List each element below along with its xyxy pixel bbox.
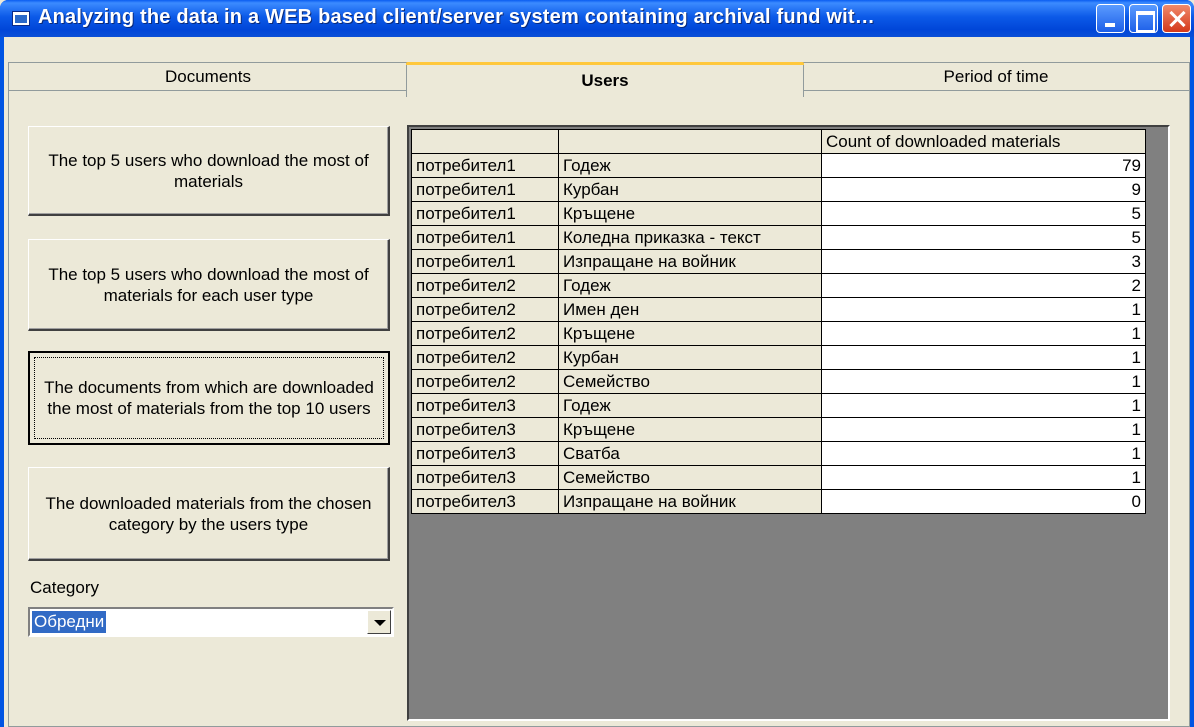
cell-document[interactable]: Кръщене <box>558 201 822 226</box>
cell-count[interactable]: 1 <box>821 441 1146 466</box>
title-bar[interactable]: Analyzing the data in a WEB based client… <box>0 0 1194 37</box>
cell-document[interactable]: Семейство <box>558 369 822 394</box>
documents-top10-users-button[interactable]: The documents from which are downloaded … <box>28 351 390 445</box>
app-window: Analyzing the data in a WEB based client… <box>0 0 1194 727</box>
cell-user[interactable]: потребител2 <box>411 273 559 298</box>
cell-count[interactable]: 1 <box>821 393 1146 418</box>
table-row[interactable]: потребител1 Коледна приказка - текст 5 <box>411 225 1146 250</box>
table-row[interactable]: потребител3 Кръщене 1 <box>411 417 1146 442</box>
table-row[interactable]: потребител3 Годеж 1 <box>411 393 1146 418</box>
cell-user[interactable]: потребител3 <box>411 489 559 514</box>
cell-document[interactable]: Годеж <box>558 153 822 178</box>
cell-document[interactable]: Годеж <box>558 393 822 418</box>
cell-document[interactable]: Изпращане на войник <box>558 249 822 274</box>
cell-user[interactable]: потребител3 <box>411 417 559 442</box>
table-row[interactable]: потребител1 Годеж 79 <box>411 153 1146 178</box>
cell-user[interactable]: потребител1 <box>411 225 559 250</box>
tab-period-of-time[interactable]: Period of time <box>802 62 1190 90</box>
cell-count[interactable]: 1 <box>821 345 1146 370</box>
category-dropdown-value: Обредни <box>32 611 107 633</box>
table-row[interactable]: потребител1 Кръщене 5 <box>411 201 1146 226</box>
focus-rectangle <box>34 357 384 439</box>
table-row[interactable]: потребител3 Сватба 1 <box>411 441 1146 466</box>
app-icon[interactable] <box>12 11 30 26</box>
category-dropdown[interactable]: Обредни <box>28 607 394 637</box>
table-header-row: Count of downloaded materials <box>411 129 1146 154</box>
minimize-button[interactable] <box>1096 4 1125 33</box>
top5-users-button[interactable]: The top 5 users who download the most of… <box>28 126 390 216</box>
top5-users-button-label: The top 5 users who download the most of… <box>48 150 369 191</box>
cell-document[interactable]: Кръщене <box>558 321 822 346</box>
column-header-document[interactable] <box>558 129 822 154</box>
cell-user[interactable]: потребител2 <box>411 297 559 322</box>
client-area: Documents Period of time Users The top 5… <box>4 37 1190 727</box>
category-label: Category <box>30 578 99 597</box>
cell-document[interactable]: Коледна приказка - текст <box>558 225 822 250</box>
cell-count[interactable]: 79 <box>821 153 1146 178</box>
chevron-down-icon[interactable] <box>367 610 391 634</box>
tab-users[interactable]: Users <box>406 62 804 97</box>
cell-count[interactable]: 1 <box>821 465 1146 490</box>
cell-document[interactable]: Имен ден <box>558 297 822 322</box>
top5-users-by-type-button[interactable]: The top 5 users who download the most of… <box>28 239 390 331</box>
cell-user[interactable]: потребител2 <box>411 345 559 370</box>
cell-count[interactable]: 3 <box>821 249 1146 274</box>
materials-by-category-button-label: The downloaded materials from the chosen… <box>45 493 372 534</box>
table-row[interactable]: потребител3 Семейство 1 <box>411 465 1146 490</box>
table-row[interactable]: потребител2 Семейство 1 <box>411 369 1146 394</box>
cell-user[interactable]: потребител1 <box>411 201 559 226</box>
table-row[interactable]: потребител1 Курбан 9 <box>411 177 1146 202</box>
maximize-button[interactable] <box>1129 4 1158 33</box>
table-row[interactable]: потребител3 Изпращане на войник 0 <box>411 489 1146 514</box>
cell-user[interactable]: потребител3 <box>411 441 559 466</box>
cell-document[interactable]: Изпращане на войник <box>558 489 822 514</box>
table-row[interactable]: потребител2 Имен ден 1 <box>411 297 1146 322</box>
cell-count[interactable]: 1 <box>821 321 1146 346</box>
close-button[interactable] <box>1162 4 1191 33</box>
column-header-count[interactable]: Count of downloaded materials <box>821 129 1146 154</box>
cell-document[interactable]: Кръщене <box>558 417 822 442</box>
cell-count[interactable]: 2 <box>821 273 1146 298</box>
cell-count[interactable]: 9 <box>821 177 1146 202</box>
cell-count[interactable]: 1 <box>821 297 1146 322</box>
table-row[interactable]: потребител2 Годеж 2 <box>411 273 1146 298</box>
cell-user[interactable]: потребител2 <box>411 369 559 394</box>
cell-count[interactable]: 1 <box>821 369 1146 394</box>
cell-document[interactable]: Курбан <box>558 345 822 370</box>
cell-user[interactable]: потребител3 <box>411 393 559 418</box>
materials-by-category-button[interactable]: The downloaded materials from the chosen… <box>28 467 390 561</box>
cell-user[interactable]: потребител3 <box>411 465 559 490</box>
cell-count[interactable]: 5 <box>821 225 1146 250</box>
top5-users-by-type-button-label: The top 5 users who download the most of… <box>48 264 369 305</box>
table-row[interactable]: потребител2 Кръщене 1 <box>411 321 1146 346</box>
table-row[interactable]: потребител1 Изпращане на войник 3 <box>411 249 1146 274</box>
cell-count[interactable]: 5 <box>821 201 1146 226</box>
cell-user[interactable]: потребител1 <box>411 249 559 274</box>
column-header-user[interactable] <box>411 129 559 154</box>
table-row[interactable]: потребител2 Курбан 1 <box>411 345 1146 370</box>
cell-user[interactable]: потребител2 <box>411 321 559 346</box>
cell-document[interactable]: Курбан <box>558 177 822 202</box>
cell-user[interactable]: потребител1 <box>411 153 559 178</box>
cell-document[interactable]: Сватба <box>558 441 822 466</box>
cell-user[interactable]: потребител1 <box>411 177 559 202</box>
tab-documents[interactable]: Documents <box>8 62 408 90</box>
window-title: Analyzing the data in a WEB based client… <box>38 6 875 28</box>
cell-count[interactable]: 1 <box>821 417 1146 442</box>
results-table: Count of downloaded materials потребител… <box>411 129 1146 514</box>
cell-document[interactable]: Годеж <box>558 273 822 298</box>
results-grid[interactable]: Count of downloaded materials потребител… <box>407 125 1170 721</box>
cell-count[interactable]: 0 <box>821 489 1146 514</box>
cell-document[interactable]: Семейство <box>558 465 822 490</box>
